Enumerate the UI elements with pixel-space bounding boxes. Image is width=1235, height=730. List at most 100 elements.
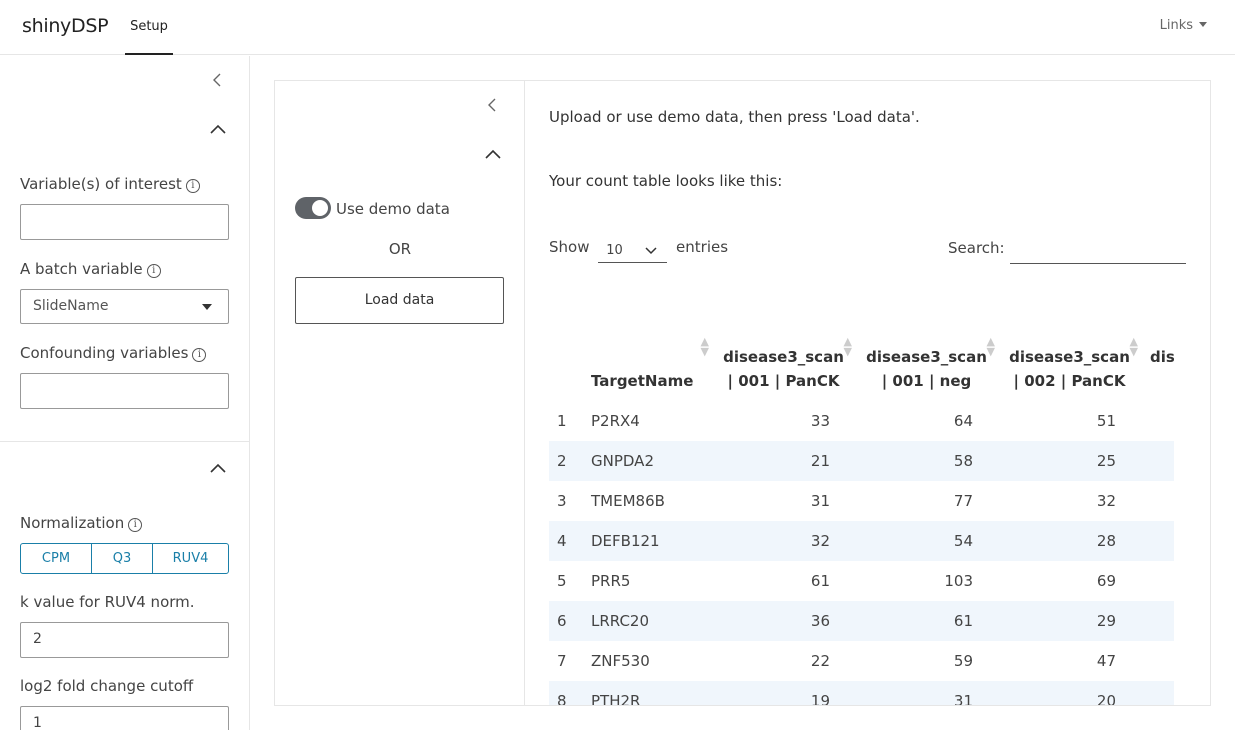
count-cell (1142, 561, 1174, 601)
count-cell: 47 (1096, 652, 1116, 670)
table-header-row: TargetName ▲ ▼ disease3_scan | 001 | PanC… (549, 321, 1174, 401)
info-icon[interactable]: i (128, 518, 143, 532)
confounding-variables-label: Confounding variables i (20, 344, 207, 362)
target-name-cell: ZNF530 (591, 652, 650, 670)
count-cell: 19 (713, 681, 856, 705)
count-cell: 28 (999, 521, 1142, 561)
entries-control: Show 10 entries (549, 238, 728, 263)
divider (0, 441, 249, 442)
count-cell: 31 (810, 492, 830, 510)
count-cell (1142, 601, 1174, 641)
count-cell: 61 (810, 572, 830, 590)
data-card: Use demo data OR Load data Upload or use… (274, 80, 1211, 706)
chevron-up-icon[interactable] (210, 461, 226, 477)
batch-variable-select[interactable]: SlideName (20, 289, 229, 324)
search-input[interactable] (1010, 235, 1186, 264)
count-cell: 103 (944, 572, 973, 590)
count-cell: 51 (1096, 412, 1116, 430)
chevron-up-icon[interactable] (210, 122, 226, 138)
target-name-cell: LRRC20 (583, 601, 713, 641)
logfc-cutoff-input[interactable]: 1 (20, 706, 229, 730)
k-value-input[interactable]: 2 (20, 622, 229, 658)
count-cell: 64 (953, 412, 973, 430)
info-icon[interactable]: i (146, 264, 161, 278)
sort-icon: ▲ ▼ (986, 335, 995, 358)
count-table-message: Your count table looks like this: (549, 172, 783, 190)
count-cell (1142, 441, 1174, 481)
demo-data-toggle[interactable] (295, 197, 331, 219)
show-label: Show (549, 238, 590, 256)
row-index: 2 (549, 441, 583, 481)
confounding-variables-input[interactable] (20, 373, 229, 409)
column-header-sample-4[interactable]: dis (1142, 321, 1174, 401)
count-cell: 21 (713, 441, 856, 481)
target-name-cell: PTH2R (583, 681, 713, 705)
sort-icon: ▲ ▼ (1129, 335, 1138, 358)
chevron-left-icon[interactable] (210, 72, 226, 88)
count-table: TargetName ▲ ▼ disease3_scan | 001 | PanC… (549, 321, 1174, 705)
variables-of-interest-input[interactable] (20, 204, 229, 240)
count-cell: 22 (810, 652, 830, 670)
count-cell (1142, 521, 1174, 561)
main-panel: Upload or use demo data, then press 'Loa… (549, 81, 1211, 705)
links-label: Links (1159, 18, 1193, 33)
navbar: shinyDSP Setup Links (0, 0, 1235, 55)
links-dropdown[interactable]: Links (1160, 18, 1207, 33)
target-name-cell: P2RX4 (591, 412, 640, 430)
info-icon[interactable]: i (185, 179, 200, 193)
column-header-sample-2[interactable]: disease3_scan | 001 | neg ▲ ▼ (856, 321, 999, 401)
column-header-sample-1[interactable]: disease3_scan | 001 | PanCK ▲ ▼ (713, 321, 856, 401)
search-label: Search: (948, 239, 1005, 257)
tab-setup[interactable]: Setup (125, 0, 173, 55)
k-value-label: k value for RUV4 norm. (20, 593, 195, 611)
chevron-left-icon[interactable] (485, 97, 501, 113)
count-cell: 54 (856, 521, 999, 561)
column-header-sample-3[interactable]: disease3_scan | 002 | PanCK ▲ ▼ (999, 321, 1142, 401)
count-cell: 32 (713, 521, 856, 561)
count-cell (1142, 401, 1174, 441)
count-cell: 25 (999, 441, 1142, 481)
row-index: 5 (557, 572, 567, 590)
demo-data-label: Use demo data (336, 200, 450, 218)
app-title: shinyDSP (22, 15, 109, 37)
table-row: 7 ZNF530 22 59 47 (549, 641, 1174, 681)
chevron-up-icon[interactable] (485, 147, 501, 163)
sidebar: Variable(s) of interest i A batch variabl… (0, 56, 250, 730)
row-index: 6 (549, 601, 583, 641)
count-cell: 33 (810, 412, 830, 430)
normalization-cpm-button[interactable]: CPM (21, 544, 91, 573)
table-row: 8 PTH2R 19 31 20 (549, 681, 1174, 705)
info-icon[interactable]: i (192, 348, 207, 362)
count-cell: 61 (856, 601, 999, 641)
column-header-targetname[interactable]: TargetName ▲ ▼ (583, 321, 713, 401)
table-row: 4 DEFB121 32 54 28 (549, 521, 1174, 561)
row-index: 8 (549, 681, 583, 705)
row-index: 7 (557, 652, 567, 670)
sort-icon: ▲ ▼ (843, 335, 852, 358)
normalization-label: Normalization i (20, 514, 143, 532)
row-index: 3 (557, 492, 567, 510)
entries-select[interactable]: 10 (598, 243, 668, 263)
count-cell: 36 (713, 601, 856, 641)
column-header-index (549, 321, 583, 401)
normalization-q3-button[interactable]: Q3 (91, 544, 152, 573)
upload-panel: Use demo data OR Load data (275, 81, 525, 705)
count-cell: 29 (999, 601, 1142, 641)
load-data-button[interactable]: Load data (295, 277, 504, 324)
logfc-cutoff-label: log2 fold change cutoff (20, 677, 194, 695)
sort-icon: ▲ ▼ (700, 335, 709, 358)
count-cell (1142, 641, 1174, 681)
chevron-down-icon (645, 247, 657, 255)
instructions-text: Upload or use demo data, then press 'Loa… (549, 108, 920, 126)
count-cell: 20 (999, 681, 1142, 705)
table-row: 1 P2RX4 33 64 51 (549, 401, 1174, 441)
caret-down-icon (202, 304, 212, 310)
normalization-ruv4-button[interactable]: RUV4 (152, 544, 228, 573)
target-name-cell: GNPDA2 (583, 441, 713, 481)
count-cell (1142, 681, 1174, 705)
entries-label: entries (676, 238, 729, 256)
count-cell (1142, 481, 1174, 521)
count-cell: 58 (856, 441, 999, 481)
caret-down-icon (1199, 22, 1207, 27)
table-row: 5 PRR5 61 103 69 (549, 561, 1174, 601)
